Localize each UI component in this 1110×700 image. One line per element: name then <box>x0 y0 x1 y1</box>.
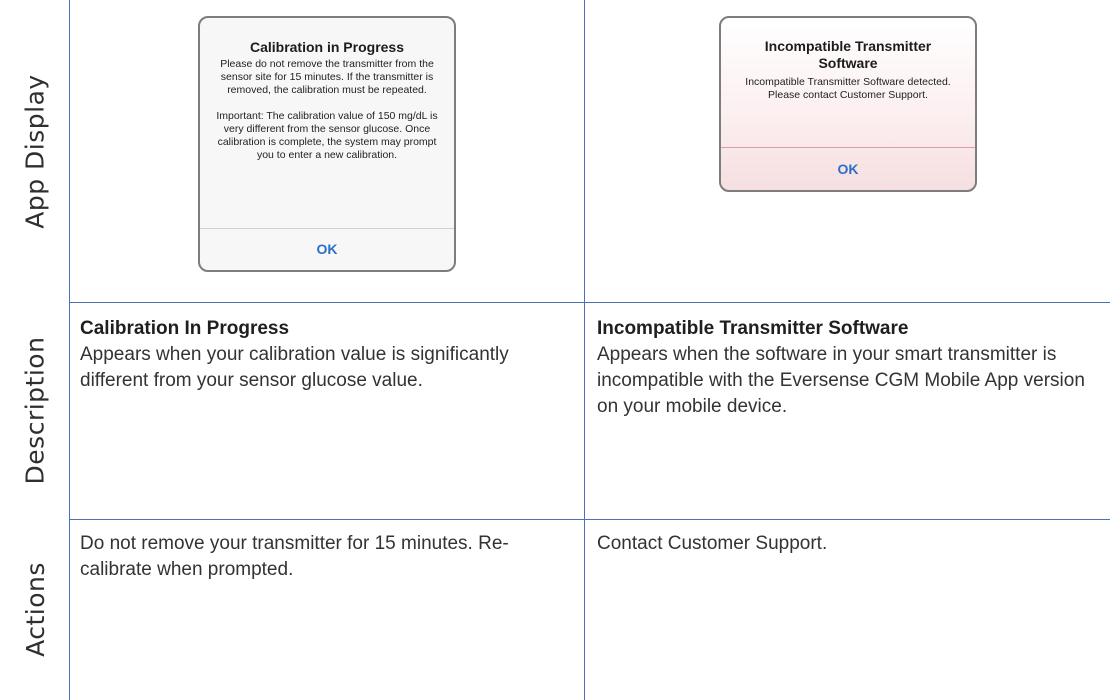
left-actions-text: Do not remove your transmitter for 15 mi… <box>80 533 509 580</box>
incompatible-software-alert-ok-button[interactable]: OK <box>721 147 975 190</box>
incompatible-software-alert-dialog: Incompatible Transmitter Software Incomp… <box>719 16 977 192</box>
grid-line-vertical-middle <box>584 0 585 700</box>
row-label-description: Description <box>0 302 70 519</box>
left-description-cell: Calibration In Progress Appears when you… <box>80 316 572 394</box>
row-label-app-display-text: App Display <box>20 73 50 229</box>
right-actions-cell: Contact Customer Support. <box>597 531 1097 557</box>
row-label-actions: Actions <box>0 519 70 700</box>
right-description-cell: Incompatible Transmitter Software Appear… <box>597 316 1105 420</box>
right-actions-text: Contact Customer Support. <box>597 533 828 554</box>
calibration-alert-title: Calibration in Progress <box>249 39 405 55</box>
calibration-alert-dialog: Calibration in Progress Please do not re… <box>198 16 456 272</box>
row-label-app-display: App Display <box>0 0 70 302</box>
calibration-alert-ok-button[interactable]: OK <box>200 228 454 270</box>
left-description-text: Appears when your calibration value is s… <box>80 344 509 391</box>
right-description-title: Incompatible Transmitter Software <box>597 318 909 339</box>
grid-line-row2-bottom <box>69 519 1110 520</box>
left-description-title: Calibration In Progress <box>80 318 290 339</box>
row-label-actions-text: Actions <box>20 562 50 657</box>
row-label-description-text: Description <box>20 336 50 485</box>
calibration-alert-message: Please do not remove the transmitter fro… <box>216 58 438 161</box>
grid-line-row1-bottom <box>69 302 1110 303</box>
incompatible-software-alert-title: Incompatible Transmitter Software <box>764 38 932 71</box>
incompatible-software-alert-message: Incompatible Transmitter Software detect… <box>745 76 951 101</box>
left-actions-cell: Do not remove your transmitter for 15 mi… <box>80 531 550 583</box>
right-description-text: Appears when the software in your smart … <box>597 344 1085 417</box>
